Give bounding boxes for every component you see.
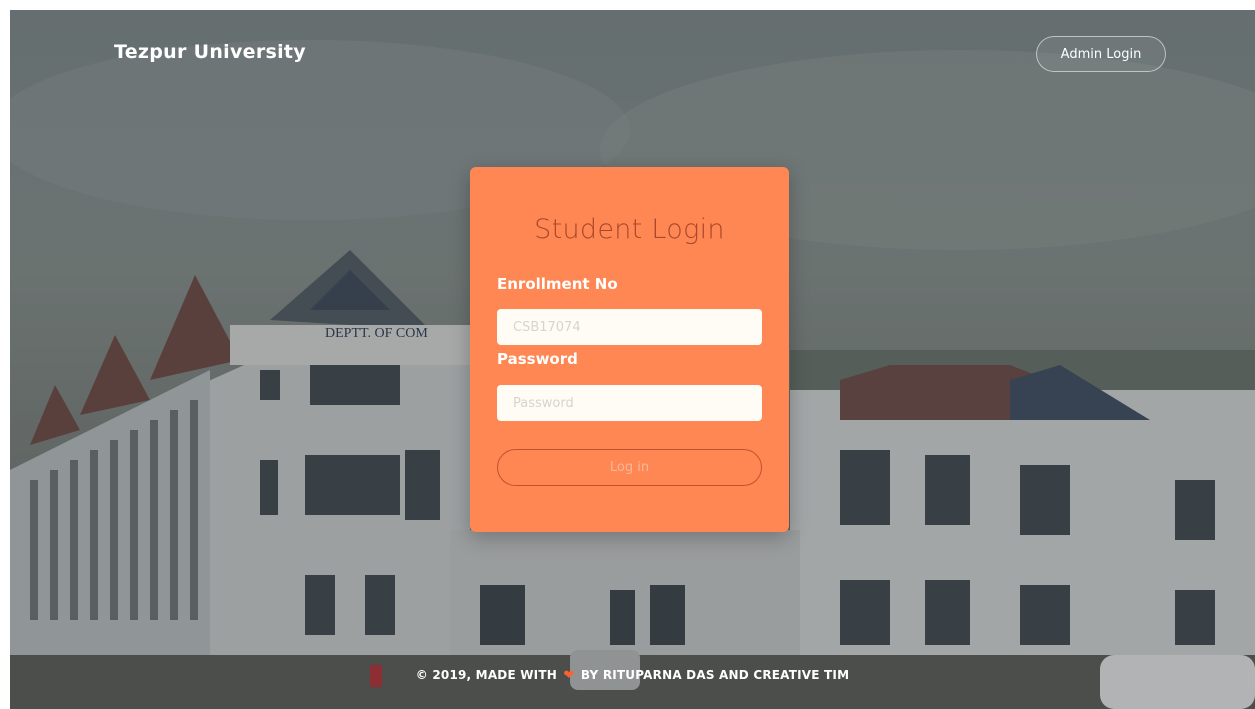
footer-credits: © 2019, MADE WITH ❤ BY RITUPARNA DAS AND… xyxy=(10,668,1255,683)
footer-prefix: © 2019, MADE WITH xyxy=(415,668,557,682)
password-label: Password xyxy=(497,350,578,368)
navbar: Tezpur University Admin Login xyxy=(10,10,1255,100)
login-card-title: Student Login xyxy=(534,214,725,245)
page: DEPTT. OF COM Tezpur University Admin Lo… xyxy=(10,10,1255,709)
brand-title[interactable]: Tezpur University xyxy=(114,41,306,63)
admin-login-button[interactable]: Admin Login xyxy=(1036,36,1166,72)
password-input[interactable] xyxy=(497,385,762,421)
enrollment-input[interactable] xyxy=(497,309,762,345)
student-login-card: Student Login Enrollment No Password Log… xyxy=(470,167,789,532)
footer-suffix: BY RITUPARNA DAS AND CREATIVE TIM xyxy=(580,668,850,682)
login-button[interactable]: Log in xyxy=(497,449,762,486)
heart-icon: ❤ xyxy=(563,668,575,683)
enrollment-label: Enrollment No xyxy=(497,275,618,293)
